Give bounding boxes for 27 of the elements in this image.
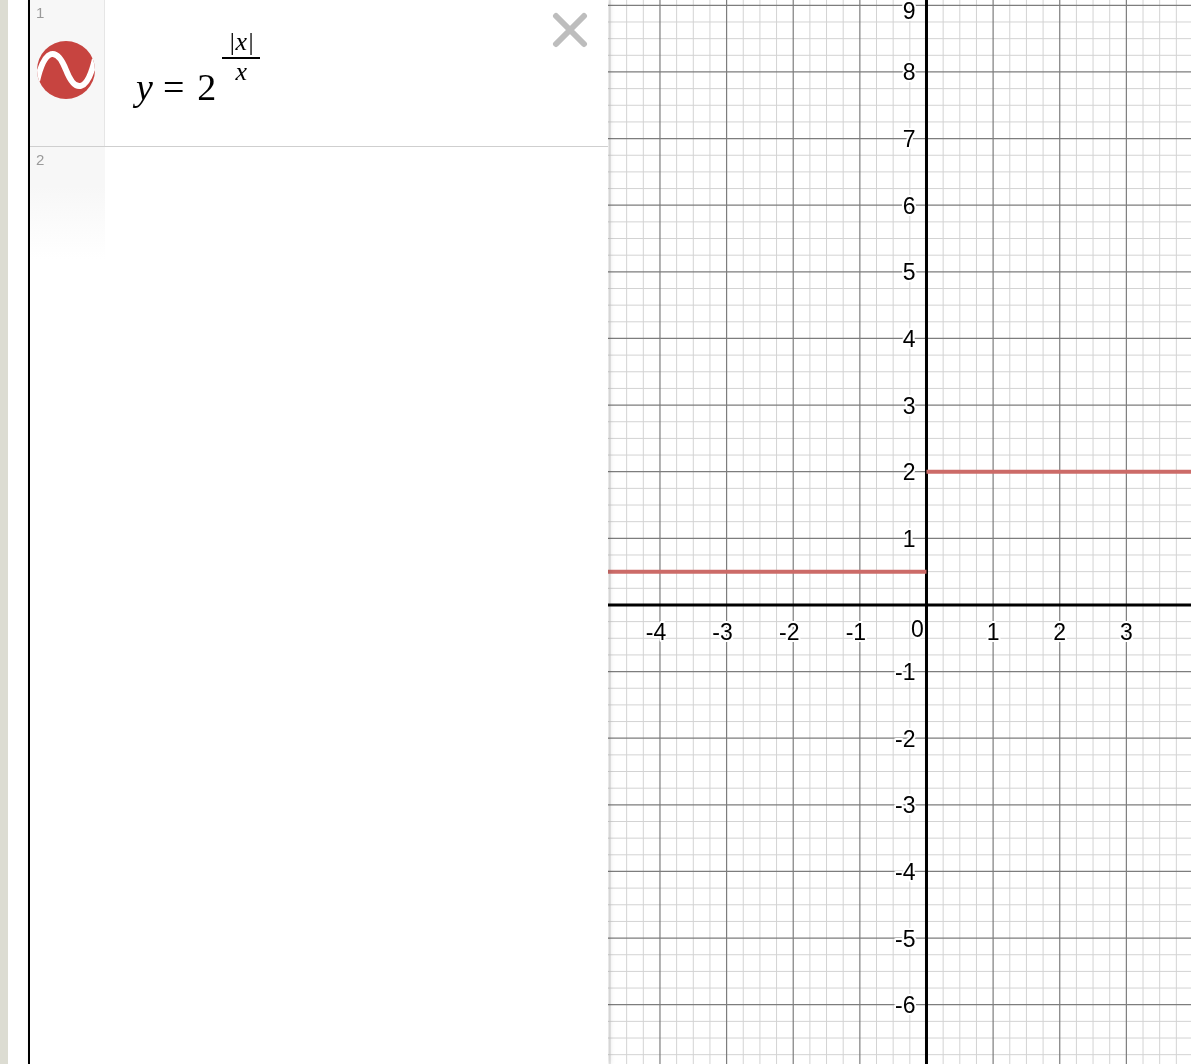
y-tick-label: 9 xyxy=(902,0,916,24)
y-tick-label: -2 xyxy=(895,725,916,752)
y-tick-label: 7 xyxy=(902,126,916,153)
line-number: 1 xyxy=(36,5,45,21)
y-tick-label: -4 xyxy=(895,858,916,885)
y-tick-label: 3 xyxy=(902,392,916,419)
y-tick-label: 8 xyxy=(902,59,916,86)
x-tick-label: 3 xyxy=(1119,618,1133,645)
line-number: 2 xyxy=(36,152,45,168)
x-tick-label: -4 xyxy=(645,618,667,645)
y-tick-label: -5 xyxy=(895,925,916,952)
expression-field[interactable]: y = 2 |x| x xyxy=(105,0,552,146)
x-tick-label: 1 xyxy=(986,618,1000,645)
origin-label: 0 xyxy=(911,615,924,642)
y-tick-label: -6 xyxy=(895,992,916,1019)
y-tick-label: 2 xyxy=(902,459,916,486)
y-tick-label: 4 xyxy=(902,325,916,352)
x-tick-label: 2 xyxy=(1053,618,1067,645)
y-tick-label: 6 xyxy=(902,192,916,219)
y-tick-label: 1 xyxy=(902,525,916,552)
x-tick-label: -2 xyxy=(779,618,800,645)
x-tick-label: -1 xyxy=(845,618,867,645)
y-tick-label: -3 xyxy=(895,792,916,819)
y-tick-label: 5 xyxy=(902,259,916,286)
x-tick-label: -3 xyxy=(712,618,733,645)
y-tick-label: -1 xyxy=(895,659,916,686)
wave-icon[interactable] xyxy=(37,41,95,99)
